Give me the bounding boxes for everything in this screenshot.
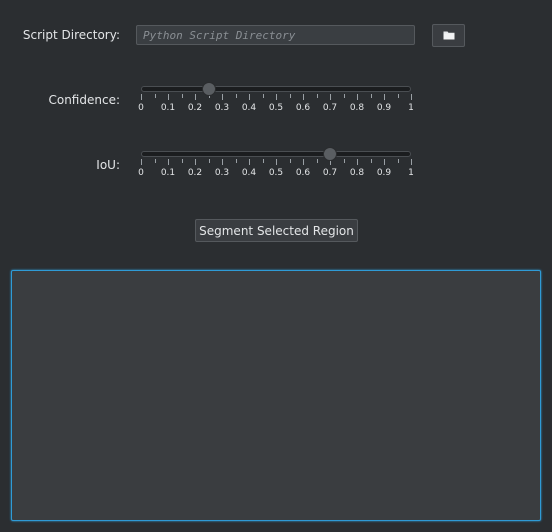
slider-tick-label: 0 [138,103,144,113]
slider-tick [411,159,412,165]
image-canvas[interactable] [11,270,541,521]
slider-tick [181,94,183,98]
slider-tick-label: 0.7 [322,168,338,178]
slider-tick-label: 0.9 [376,103,392,113]
slider-tick [289,94,291,98]
slider-tick [316,94,318,98]
slider-tick-label: 0.6 [295,168,311,178]
slider-tick [235,94,237,98]
slider-tick-label: 0.5 [268,103,284,113]
slider-tick [330,94,331,100]
slider-tick [316,159,318,163]
slider-tick [195,159,196,165]
slider-tick [235,159,237,163]
slider-tick [154,159,156,163]
slider-tick-label: 0.3 [214,168,230,178]
slider-tick [181,159,183,163]
slider-tick [411,94,412,100]
iou-label: IoU: [96,158,120,172]
confidence-label: Confidence: [48,93,120,107]
slider-tick-label: 0.1 [160,168,176,178]
slider-tick [276,159,277,165]
slider-tick [249,159,250,165]
slider-tick-label: 0.8 [349,103,365,113]
slider-tick-label: 0.1 [160,103,176,113]
iou-slider-thumb[interactable] [323,147,337,161]
slider-tick-label: 0.7 [322,103,338,113]
slider-tick [357,159,358,165]
slider-tick-label: 0.2 [187,103,203,113]
slider-tick [343,94,345,98]
slider-tick-label: 0.3 [214,103,230,113]
segment-selected-region-button[interactable]: Segment Selected Region [195,219,358,242]
slider-tick-label: 0.8 [349,168,365,178]
slider-tick [303,159,304,165]
slider-tick [384,159,385,165]
folder-icon [443,28,455,43]
slider-tick [222,94,223,100]
slider-tick [249,94,250,100]
slider-tick-label: 1 [408,168,414,178]
slider-tick [397,159,399,163]
slider-tick [154,94,156,98]
slider-tick [397,94,399,98]
slider-tick [141,159,142,165]
slider-tick [343,159,345,163]
slider-tick-label: 0.4 [241,168,257,178]
slider-tick [384,94,385,100]
slider-tick [222,159,223,165]
script-directory-label: Script Directory: [22,28,120,42]
slider-tick [141,94,142,100]
slider-tick [168,94,169,100]
iou-slider[interactable]: 0 0.1 0.2 0.3 0.4 0.5 0.6 0.7 0.8 0.9 1 [138,145,414,179]
confidence-slider-thumb[interactable] [201,82,216,96]
slider-tick [262,94,264,98]
slider-tick-label: 0.2 [187,168,203,178]
slider-tick [289,159,291,163]
slider-tick [195,94,196,100]
confidence-slider-track[interactable] [141,86,411,92]
script-directory-input[interactable] [136,25,415,45]
slider-tick [276,94,277,100]
slider-tick-label: 0 [138,168,144,178]
slider-tick-label: 0.6 [295,103,311,113]
slider-tick [370,94,372,98]
slider-tick [208,159,210,163]
iou-slider-track[interactable] [141,151,411,157]
slider-tick [303,94,304,100]
slider-tick-label: 0.9 [376,168,392,178]
slider-tick [262,159,264,163]
slider-tick [168,159,169,165]
slider-tick-label: 0.5 [268,168,284,178]
slider-tick [357,94,358,100]
confidence-slider[interactable]: 0 0.1 0.2 0.3 0.4 0.5 0.6 0.7 0.8 0.9 1 [138,80,414,114]
browse-directory-button[interactable] [432,24,465,47]
slider-tick-label: 0.4 [241,103,257,113]
slider-tick [370,159,372,163]
slider-tick-label: 1 [408,103,414,113]
